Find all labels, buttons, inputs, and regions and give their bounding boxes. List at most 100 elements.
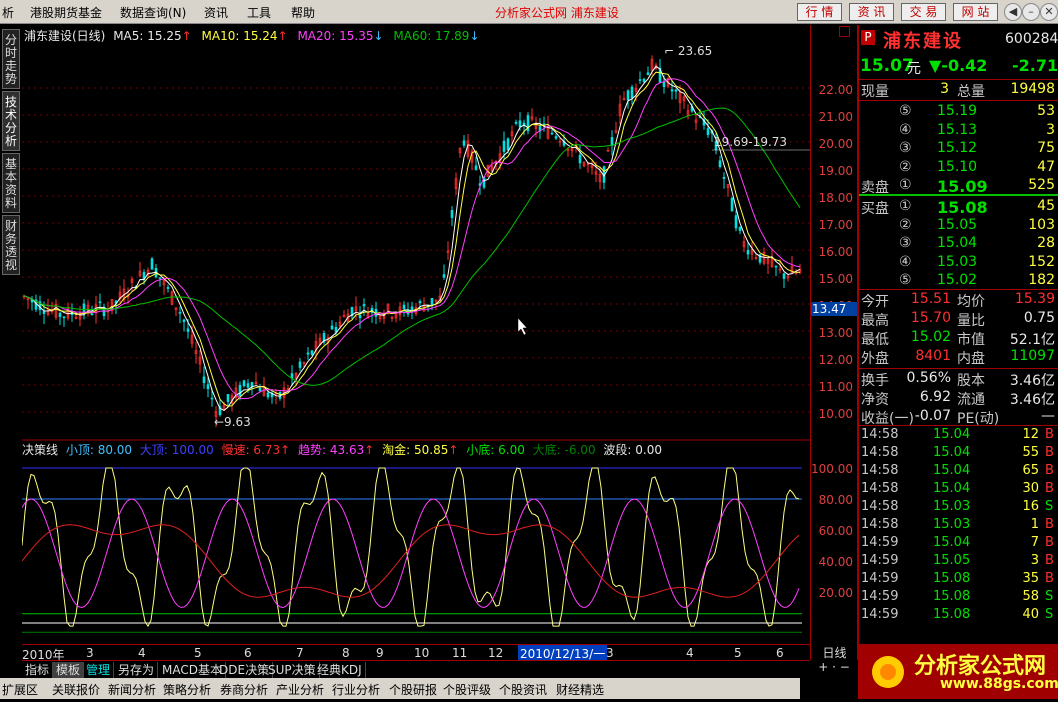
stat-value: 11097: [1010, 348, 1055, 364]
back-icon[interactable]: ◀: [1004, 3, 1022, 21]
tick-side: B: [1045, 535, 1054, 550]
trade-button[interactable]: 交 易: [901, 3, 946, 21]
ask-price: 15.13: [937, 121, 978, 138]
status-right[interactable]: 资讯工场: [806, 681, 854, 698]
status-tab[interactable]: 扩展区: [2, 681, 38, 698]
status-tab[interactable]: 新闻分析: [108, 681, 156, 698]
axis-box-icon[interactable]: [839, 26, 850, 37]
menu-hk-futures[interactable]: 港股期货基金: [30, 4, 102, 21]
candle-body: [358, 314, 362, 319]
tab-indicator[interactable]: 指标: [22, 662, 54, 678]
status-tab[interactable]: 个股评级: [443, 681, 491, 698]
status-tab[interactable]: 个股研报: [389, 681, 437, 698]
status-tab[interactable]: 关联报价: [52, 681, 100, 698]
x-tick: 8: [342, 646, 350, 660]
stat-value: 6.92: [919, 389, 951, 405]
menu-news[interactable]: 资讯: [204, 4, 228, 21]
status-tab[interactable]: 券商分析: [220, 681, 268, 698]
status-tab[interactable]: 行业分析: [332, 681, 380, 698]
price-tick: 13.00: [818, 326, 853, 340]
candle-body: [450, 209, 454, 218]
stat-value: 52.1亿: [1009, 332, 1055, 348]
candle-body: [638, 79, 642, 81]
tab-technical[interactable]: 技术分析: [2, 91, 20, 151]
tick-price: 15.04: [933, 481, 971, 496]
ind-tick: 40.00: [818, 555, 853, 569]
price-tick: 18.00: [818, 191, 853, 205]
tab-kdj[interactable]: 经典KDJ: [314, 662, 366, 678]
status-tab[interactable]: 个股资讯: [499, 681, 547, 698]
bid-price: 15.05: [937, 216, 978, 233]
menu-bar: 析 港股期货基金 数据查询(N) 资讯 工具 帮助 分析家公式网 浦东建设 行 …: [0, 0, 1058, 24]
stat-value: —: [1041, 408, 1055, 424]
chart-area[interactable]: ⌐ 23.65 ←9.63 19.69-19.73 浦东建设(日线) MA5: 15…: [21, 25, 810, 660]
news-button[interactable]: 资 讯: [849, 3, 894, 21]
tab-financials[interactable]: 财务透视: [2, 215, 20, 275]
status-bar: 扩展区 关联报价 新闻分析 策略分析 券商分析 产业分析 行业分析 个股研报 个股评级 个股资讯财…: [0, 678, 854, 699]
minimize-icon[interactable]: –: [1022, 3, 1040, 21]
status-tab[interactable]: 策略分析: [163, 681, 211, 698]
total-vol: 19498: [1010, 81, 1055, 97]
menu-tools[interactable]: 工具: [247, 4, 271, 21]
menu-data-query[interactable]: 数据查询(N): [120, 4, 186, 21]
price-change: ▼-0.42: [929, 56, 988, 75]
candle-body: [186, 328, 190, 332]
status-tab[interactable]: 产业分析: [276, 681, 324, 698]
candle-body: [474, 165, 478, 170]
x-tick: 7: [296, 646, 304, 660]
tick-price: 15.04: [933, 463, 971, 478]
candle-body: [182, 319, 186, 322]
chart-name: 浦东建设(日线): [24, 29, 106, 43]
bid-price: 15.04: [937, 235, 978, 251]
indicator-legend: 决策线 小顶: 80.00 大顶: 100.00 慢速: 6.73↑ 趋势: 4…: [22, 443, 662, 457]
tab-template[interactable]: 模板: [53, 662, 85, 678]
ask-level: ①: [899, 177, 912, 193]
bid-row: ② 15.05 103: [859, 217, 1058, 235]
tick-time: 14:58: [861, 481, 899, 496]
tick-time: 14:58: [861, 445, 899, 460]
candle-body: [58, 312, 62, 317]
bid-vol: 45: [1037, 198, 1055, 214]
close-icon[interactable]: ✕: [1040, 3, 1058, 21]
menu-help[interactable]: 帮助: [291, 4, 315, 21]
tab-intraday[interactable]: 分时走势: [2, 29, 20, 89]
tick-side: B: [1045, 463, 1054, 478]
stat-value: 0.75: [1023, 310, 1055, 326]
stat-row: 今开 15.51 均价 15.39: [859, 291, 1058, 310]
period-label[interactable]: 日线: [810, 644, 858, 660]
candle-body: [642, 78, 646, 83]
bid-row: ③ 15.04 28: [859, 235, 1058, 253]
bid-label: 买盘: [861, 201, 889, 217]
stat-value: 15.70: [910, 310, 951, 326]
ma5-label: MA5: 15.25: [113, 29, 182, 43]
menu-analysis[interactable]: 析: [2, 4, 14, 21]
tick-vol: 35: [1022, 571, 1039, 586]
status-tab[interactable]: 财经精选: [556, 681, 604, 698]
stat-value: 15.02: [910, 329, 951, 345]
kline-chart[interactable]: ⌐ 23.65 ←9.63 19.69-19.73: [21, 25, 810, 660]
candle-body: [238, 385, 242, 397]
tick-time: 14:58: [861, 427, 899, 442]
bid-level: ④: [899, 253, 912, 270]
tick-time: 14:58: [861, 517, 899, 532]
stat-label: 今开: [861, 294, 889, 310]
ask-row: ⑤ 15.19 53: [859, 103, 1058, 121]
tick-price: 15.04: [933, 535, 971, 550]
ind-tick: 100.00: [811, 462, 853, 476]
tab-sup[interactable]: SUP决策: [265, 662, 320, 678]
ask-row: ② 15.10 47: [859, 159, 1058, 177]
tab-save-as[interactable]: 另存为: [115, 662, 159, 678]
tab-manage[interactable]: 管理: [83, 662, 115, 678]
price-axis: 22.00 21.00 20.00 19.00 18.00 17.00 16.00 15.00…: [810, 25, 858, 660]
zoom-controls[interactable]: + · −: [810, 660, 858, 678]
ma10-line: [23, 71, 801, 407]
ma-annotation: 19.69-19.73: [714, 135, 787, 149]
website-button[interactable]: 网 站: [953, 3, 998, 21]
tick-row: 14:58 15.04 30 B: [859, 481, 1058, 499]
quote-button[interactable]: 行 情: [797, 3, 842, 21]
stat-row: 净资 6.92 流通 3.46亿: [859, 389, 1058, 408]
candle-body: [646, 72, 650, 76]
tab-fundamentals[interactable]: 基本资料: [2, 153, 20, 213]
tick-vol: 16: [1022, 499, 1039, 514]
now-vol: 3: [940, 81, 949, 97]
